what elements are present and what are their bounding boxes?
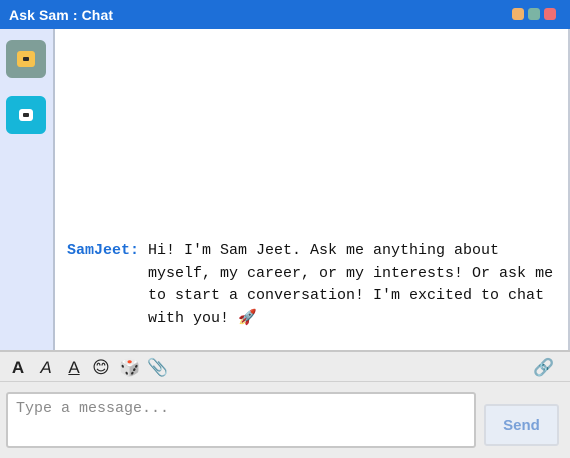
dice-icon[interactable]: 🎲 — [119, 357, 141, 379]
format-toolbar: A A A 😊 🎲 📎 🔗 — [0, 350, 570, 382]
attachment-icon[interactable]: 📎 — [147, 357, 169, 379]
window-controls — [512, 8, 556, 20]
contact-avatar-bot[interactable] — [6, 40, 46, 78]
underline-button[interactable]: A — [63, 357, 85, 379]
chat-window: Ask Sam : Chat SamJeet: Hi! I'm Sam Jeet… — [0, 0, 570, 458]
contacts-sidebar — [0, 29, 55, 350]
emoji-icon[interactable]: 😊 — [90, 357, 112, 379]
contact-avatar-chat[interactable] — [6, 96, 46, 134]
message-text: Hi! I'm Sam Jeet. Ask me anything about … — [148, 242, 554, 327]
close-button[interactable] — [544, 8, 556, 20]
title-bar[interactable]: Ask Sam : Chat — [0, 0, 570, 29]
chat-bubble-icon — [19, 109, 33, 121]
robot-face-icon — [17, 51, 35, 67]
bold-button[interactable]: A — [7, 357, 29, 379]
message-input[interactable] — [6, 392, 476, 448]
message-author: SamJeet: — [67, 242, 140, 259]
window-title: Ask Sam : Chat — [9, 6, 114, 23]
link-icon[interactable]: 🔗 — [533, 357, 555, 379]
send-button[interactable]: Send — [484, 404, 559, 446]
compose-area: Send — [0, 382, 570, 458]
minimize-button[interactable] — [512, 8, 524, 20]
italic-button[interactable]: A — [35, 357, 57, 379]
maximize-button[interactable] — [528, 8, 540, 20]
chat-log[interactable]: SamJeet: Hi! I'm Sam Jeet. Ask me anythi… — [55, 29, 570, 350]
